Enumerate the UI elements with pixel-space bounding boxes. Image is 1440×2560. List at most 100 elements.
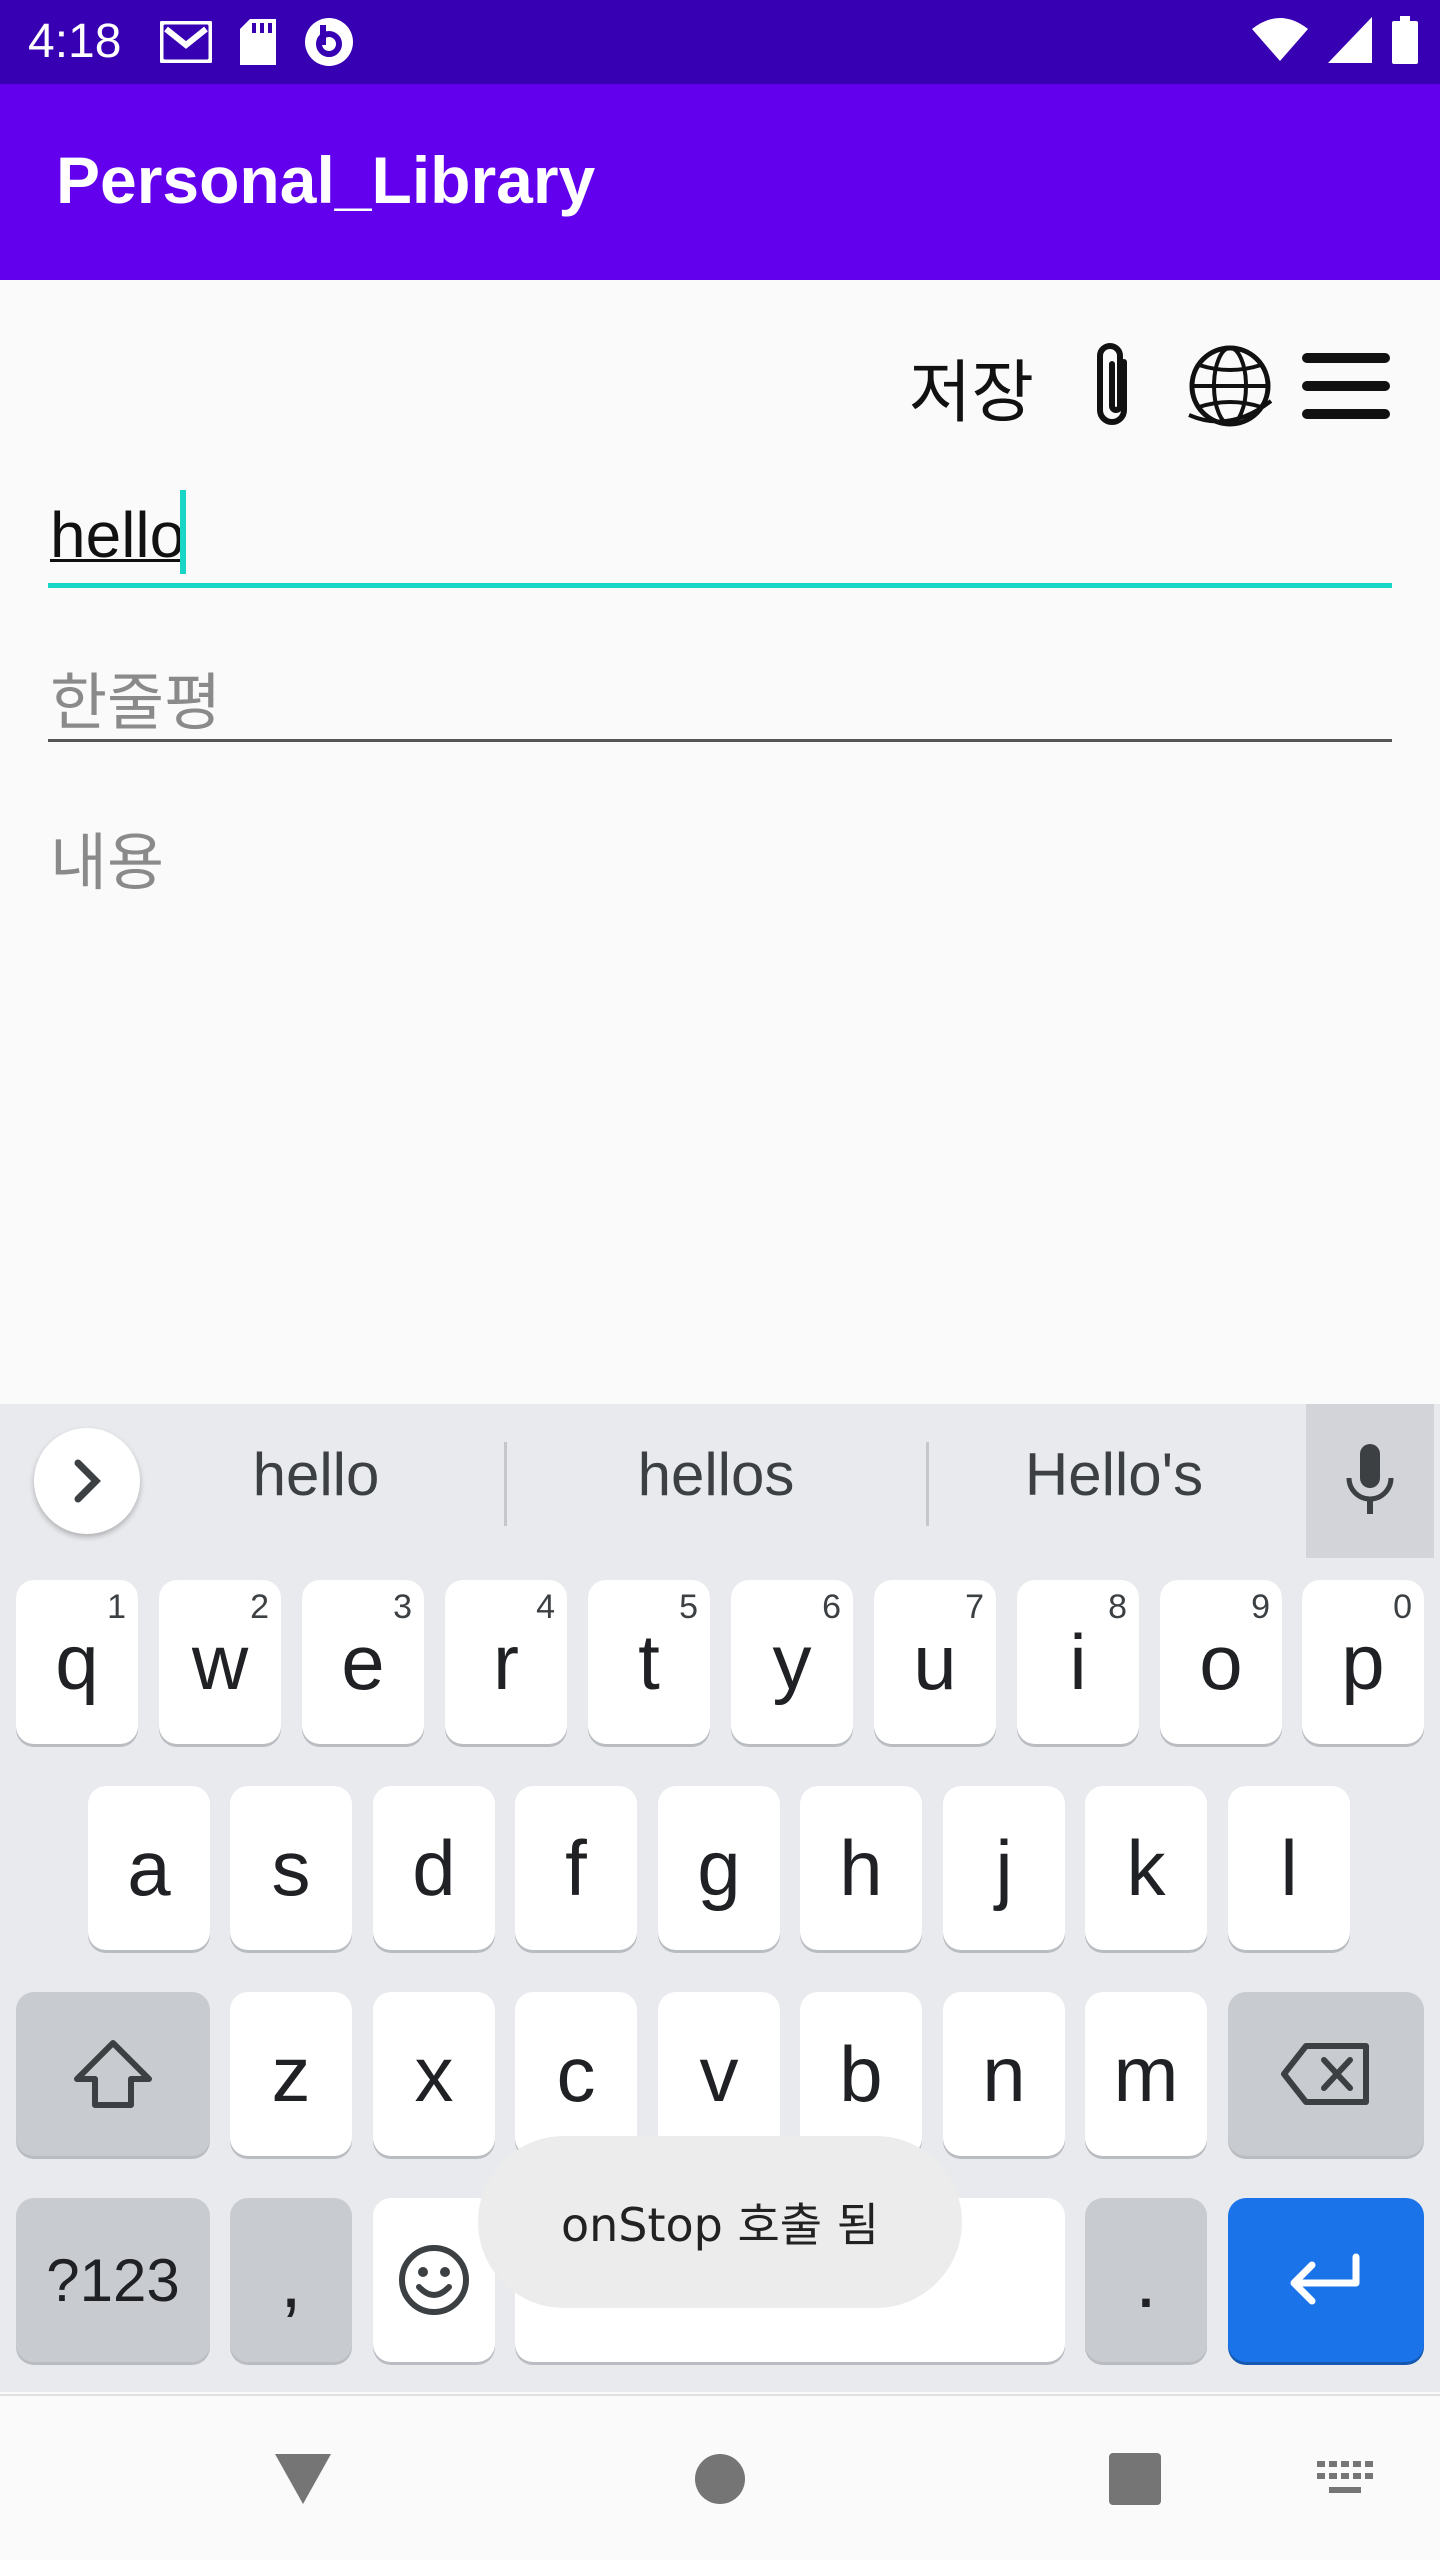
status-notification-icons [160,18,354,66]
key-hint: 9 [1251,1588,1270,1626]
symbols-key[interactable]: ?123 [16,2198,210,2362]
comma-key[interactable]: , [230,2198,352,2362]
shift-key[interactable] [16,1992,210,2156]
title-input-value: hello [50,499,186,571]
key-h[interactable]: h [800,1786,922,1950]
key-r[interactable]: r4 [445,1580,567,1744]
key-label: r [493,1617,519,1706]
key-a[interactable]: a [88,1786,210,1950]
period-key[interactable]: . [1085,2198,1207,2362]
chevron-right-icon [74,1459,101,1503]
home-button[interactable] [685,2444,755,2514]
app-bar: Personal_Library [0,84,1440,280]
key-x[interactable]: x [373,1992,495,2156]
key-s[interactable]: s [230,1786,352,1950]
menu-icon[interactable] [1300,340,1392,432]
keyboard-icon [1317,2461,1373,2493]
key-label: e [341,1617,385,1706]
recents-square-icon [1109,2453,1161,2505]
key-q[interactable]: q1 [16,1580,138,1744]
navigation-bar [0,2394,1440,2560]
key-hint: 3 [393,1588,412,1626]
keyboard-switch-button[interactable] [1310,2444,1380,2514]
recents-button[interactable] [1100,2444,1170,2514]
key-p[interactable]: p0 [1302,1580,1424,1744]
suggestion-2[interactable]: hellos [546,1440,886,1509]
key-label: t [638,1617,660,1706]
review-placeholder: 한줄평 [50,666,222,739]
key-label: y [772,1617,812,1706]
status-time: 4:18 [28,15,122,68]
key-c[interactable]: c [515,1992,637,2156]
suggestion-divider [504,1442,507,1526]
suggestion-bar: hello hellos Hello's [0,1404,1440,1558]
key-label: w [191,1617,249,1706]
keyboard-expand-button[interactable] [34,1428,140,1534]
key-m[interactable]: m [1085,1992,1207,2156]
key-hint: 1 [107,1588,126,1626]
key-k[interactable]: k [1085,1786,1207,1950]
key-b[interactable]: b [800,1992,922,2156]
key-hint: 4 [536,1588,555,1626]
signal-icon [1328,17,1372,63]
key-y[interactable]: y6 [731,1580,853,1744]
key-label: o [1199,1617,1243,1706]
app-notification-icon [305,18,353,66]
paperclip-icon[interactable] [1068,340,1160,432]
wifi-icon [1252,18,1308,61]
emoji-key[interactable] [373,2198,495,2362]
content-placeholder: 내용 [50,826,165,899]
suggestion-3[interactable]: Hello's [944,1440,1284,1509]
key-g[interactable]: g [658,1786,780,1950]
enter-icon [1290,2253,1360,2305]
key-n[interactable]: n [943,1992,1065,2156]
suggestion-divider [926,1442,929,1526]
enter-key[interactable] [1228,2198,1424,2362]
home-circle-icon [695,2454,745,2504]
key-e[interactable]: e3 [302,1580,424,1744]
sd-card-icon [240,19,276,65]
status-system-icons [1252,16,1418,64]
back-triangle-icon [275,2454,331,2504]
toast-message: onStop 호출 됨 [478,2136,962,2308]
key-hint: 6 [822,1588,841,1626]
key-hint: 2 [250,1588,269,1626]
key-hint: 8 [1108,1588,1127,1626]
suggestion-1[interactable]: hello [146,1440,486,1509]
globe-icon[interactable] [1184,340,1276,432]
key-t[interactable]: t5 [588,1580,710,1744]
key-hint: 0 [1393,1588,1412,1626]
key-hint: 5 [679,1588,698,1626]
text-cursor [180,490,186,574]
key-j[interactable]: j [943,1786,1065,1950]
key-l[interactable]: l [1228,1786,1350,1950]
key-z[interactable]: z [230,1992,352,2156]
backspace-key[interactable] [1228,1992,1424,2156]
microphone-icon [1346,1444,1394,1514]
key-hint: 7 [965,1588,984,1626]
content-input[interactable]: 내용 [48,790,1392,910]
save-button[interactable]: 저장 [909,337,1034,436]
key-label: i [1069,1617,1087,1706]
key-o[interactable]: o9 [1160,1580,1282,1744]
battery-icon [1392,16,1418,64]
shift-icon [74,2040,152,2108]
key-v[interactable]: v [658,1992,780,2156]
app-title: Personal_Library [56,143,596,217]
key-d[interactable]: d [373,1786,495,1950]
key-label: u [913,1617,957,1706]
back-button[interactable] [268,2444,338,2514]
backspace-icon [1281,2043,1369,2105]
key-i[interactable]: i8 [1017,1580,1139,1744]
status-bar: 4:18 [0,0,1440,84]
title-input[interactable]: hello [48,480,1392,588]
key-f[interactable]: f [515,1786,637,1950]
voice-input-button[interactable] [1306,1404,1434,1558]
key-w[interactable]: w2 [159,1580,281,1744]
editor-toolbar: 저장 [909,336,1392,436]
review-input[interactable]: 한줄평 [48,630,1392,742]
gmail-icon [160,21,212,63]
key-label: p [1341,1617,1385,1706]
emoji-icon [399,2245,469,2315]
key-u[interactable]: u7 [874,1580,996,1744]
